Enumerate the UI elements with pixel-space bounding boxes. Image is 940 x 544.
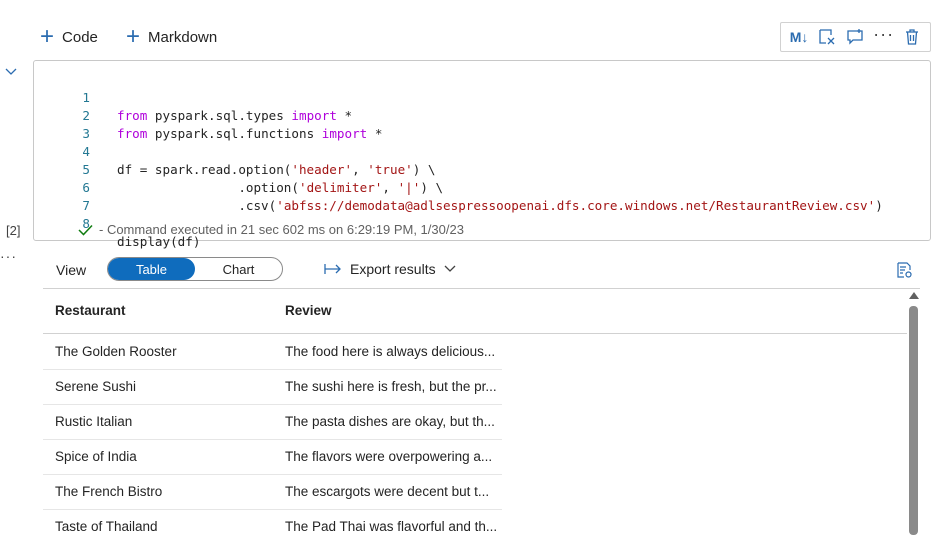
- cell-toolbar: M↓ ···: [780, 22, 931, 52]
- add-code-button[interactable]: + Code: [40, 23, 98, 50]
- column-header-restaurant[interactable]: Restaurant: [55, 303, 126, 318]
- column-settings-icon[interactable]: [895, 261, 913, 279]
- export-results-button[interactable]: Export results: [324, 261, 456, 277]
- execution-count: [2]: [6, 223, 21, 238]
- markdown-toggle-icon[interactable]: M↓: [787, 25, 811, 49]
- review-cell: The Pad Thai was flavorful and th...: [285, 519, 498, 534]
- add-markdown-button[interactable]: + Markdown: [126, 23, 218, 50]
- table-row[interactable]: Taste of Thailand The Pad Thai was flavo…: [43, 510, 502, 544]
- code-line: 7: [34, 179, 90, 213]
- table-row[interactable]: Spice of India The flavors were overpowe…: [43, 440, 502, 475]
- review-cell: The sushi here is fresh, but the pr...: [285, 379, 497, 394]
- plus-icon: +: [126, 23, 141, 50]
- add-code-label: Code: [62, 28, 98, 46]
- restaurant-cell: Rustic Italian: [55, 414, 133, 429]
- results-table: Restaurant Review The Golden Rooster The…: [43, 289, 907, 544]
- scroll-up-arrow[interactable]: [909, 292, 919, 299]
- review-cell: The escargots were decent but t...: [285, 484, 490, 499]
- collapse-chevron-icon[interactable]: [4, 64, 18, 78]
- table-header: Restaurant Review: [43, 289, 907, 334]
- code-line: 2 from pyspark.sql.functions import *: [34, 89, 382, 141]
- clear-output-icon[interactable]: [815, 25, 839, 49]
- scrollbar-thumb[interactable]: [909, 306, 918, 535]
- code-line: 4 df = spark.read.option('header', 'true…: [34, 125, 435, 177]
- restaurant-cell: Taste of Thailand: [55, 519, 158, 534]
- restaurant-cell: The French Bistro: [55, 484, 163, 499]
- review-cell: The pasta dishes are okay, but th...: [285, 414, 495, 429]
- column-header-review[interactable]: Review: [285, 303, 332, 318]
- table-row[interactable]: The Golden Rooster The food here is alwa…: [43, 334, 502, 370]
- table-row[interactable]: Serene Sushi The sushi here is fresh, bu…: [43, 370, 502, 405]
- chevron-down-icon: [444, 265, 456, 272]
- more-dots: ···: [873, 24, 895, 44]
- markdown-toggle-text: M↓: [789, 29, 809, 45]
- review-cell: The food here is always delicious...: [285, 344, 496, 359]
- view-label: View: [56, 262, 87, 278]
- chart-view-option[interactable]: Chart: [195, 258, 282, 280]
- checkmark-icon: [78, 224, 93, 236]
- export-results-label: Export results: [350, 261, 436, 277]
- execution-status-text: - Command executed in 21 sec 602 ms on 6…: [99, 222, 464, 237]
- code-line: 1 from pyspark.sql.types import *: [34, 71, 352, 123]
- view-toggle: Table Chart: [107, 257, 283, 281]
- comment-icon[interactable]: [843, 25, 867, 49]
- execution-status: - Command executed in 21 sec 602 ms on 6…: [78, 222, 464, 237]
- table-row[interactable]: The French Bistro The escargots were dec…: [43, 475, 502, 510]
- table-row[interactable]: Rustic Italian The pasta dishes are okay…: [43, 405, 502, 440]
- export-arrow-icon: [324, 264, 341, 274]
- plus-icon: +: [40, 23, 55, 50]
- code-cell[interactable]: 1 from pyspark.sql.types import * 2 from…: [33, 60, 931, 249]
- more-icon[interactable]: ···: [872, 25, 896, 49]
- review-cell: The flavors were overpowering a...: [285, 449, 493, 464]
- restaurant-cell: The Golden Rooster: [55, 344, 177, 359]
- code-line: 3: [34, 107, 90, 141]
- code-line: 6 .csv('abfss://demodata@adlsespressoope…: [34, 161, 882, 213]
- table-view-option[interactable]: Table: [108, 258, 195, 280]
- code-line: 8 display(df): [34, 197, 200, 249]
- cell-more-icon[interactable]: ···: [0, 248, 17, 264]
- restaurant-cell: Spice of India: [55, 449, 137, 464]
- code-line: 5 .option('delimiter', '|') \: [34, 143, 443, 195]
- add-markdown-label: Markdown: [148, 28, 218, 46]
- restaurant-cell: Serene Sushi: [55, 379, 137, 394]
- delete-icon[interactable]: [900, 25, 924, 49]
